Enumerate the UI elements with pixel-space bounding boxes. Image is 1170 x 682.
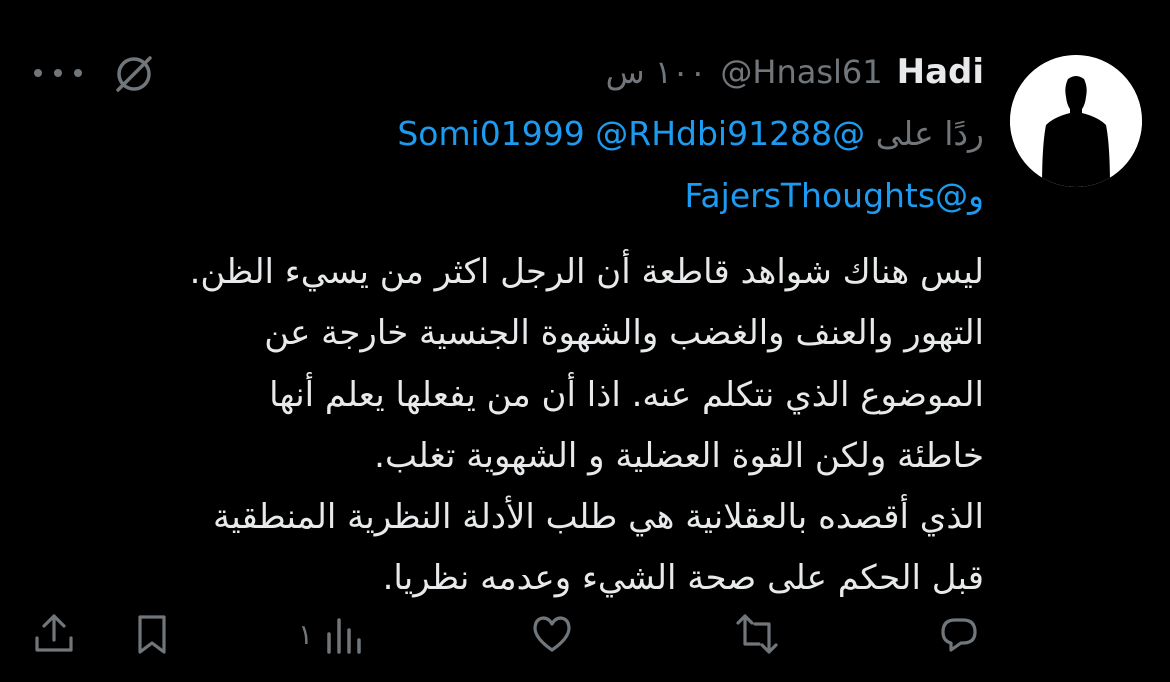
reply-button[interactable] [937, 612, 981, 656]
action-bar: ١ [0, 600, 1170, 670]
views-icon [327, 618, 361, 654]
more-icon[interactable] [30, 58, 86, 88]
tweet-body-line: ليس هناك شواهد قاطعة أن الرجل اكثر من يس… [189, 252, 984, 292]
share-button[interactable] [32, 612, 76, 656]
like-button[interactable] [530, 612, 574, 656]
tweet-body-line: خاطئة ولكن القوة العضلية و الشهوية تغلب. [374, 435, 984, 476]
tweet-body-line: الذي أقصده بالعقلانية هي طلب الأدلة النظ… [212, 497, 984, 538]
grok-icon[interactable] [112, 52, 156, 96]
reply-label: ردًا على [875, 114, 984, 153]
avatar[interactable] [1010, 55, 1142, 187]
views-button[interactable]: ١ [298, 612, 367, 656]
views-count: ١ [298, 617, 314, 651]
author-name[interactable]: Hadi [897, 52, 984, 92]
bookmark-icon [138, 615, 166, 654]
repost-button[interactable] [735, 612, 779, 656]
reply-icon [941, 618, 977, 652]
tweet-body-line: الموضوع الذي نتكلم عنه. اذا أن من يفعلها… [269, 374, 984, 415]
mention-conjunction: و [968, 176, 984, 215]
avatar-silhouette [1010, 55, 1142, 187]
tweet-body-line: التهور والعنف والغضب والشهوة الجنسية خار… [264, 313, 984, 354]
share-icon [35, 614, 73, 652]
author-handle[interactable]: @Hnasl61 [720, 53, 882, 91]
mention-link[interactable]: @FajersThoughts [684, 176, 968, 215]
mention-link[interactable]: @RHdbi91288 [595, 114, 832, 153]
reply-context-continued: و@FajersThoughts [684, 172, 984, 220]
tweet-header: Hadi @Hnasl61 ١٠٠ س [606, 50, 984, 94]
repost-icon [736, 614, 778, 654]
tweet-body: ليس هناك شواهد قاطعة أن الرجل اكثر من يس… [24, 242, 984, 610]
heart-icon [533, 616, 571, 652]
tweet-time[interactable]: ١٠٠ س [606, 53, 707, 91]
bookmark-button[interactable] [130, 612, 174, 656]
reply-context: ردًا على @Somi01999 @RHdbi91288 [397, 110, 984, 158]
